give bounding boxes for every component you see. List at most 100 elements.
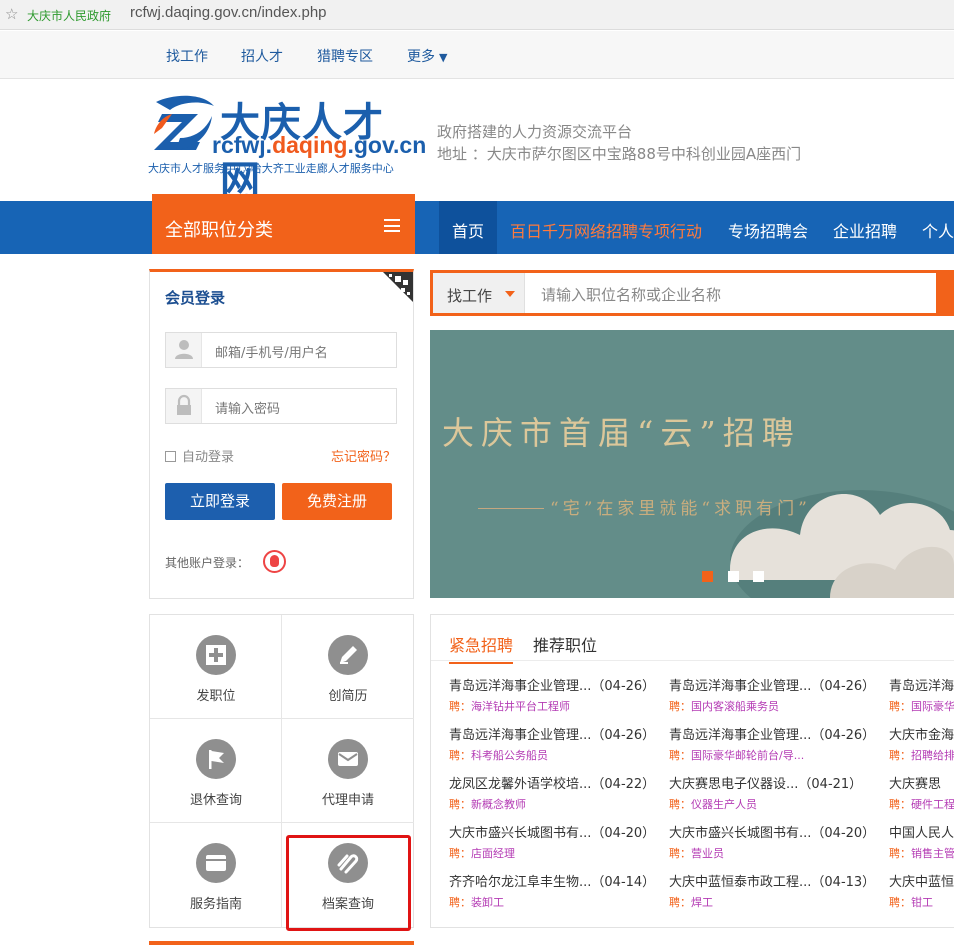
job-company-and-date[interactable]: 中国人民人 [889,822,954,841]
job-role[interactable]: 聘：招聘给排 [889,747,954,763]
search-type-dropdown[interactable]: 找工作 [433,273,525,313]
job-role-prefix: 聘： [669,847,691,860]
job-listing[interactable]: 青岛远洋海聘：国际豪华 [889,675,954,715]
job-company-and-date[interactable]: 青岛远洋海事企业管理...（04-26） [449,724,655,743]
job-role[interactable]: 聘：销售主管 [889,845,954,861]
job-listing[interactable]: 大庆中蓝恒聘：钳工 [889,871,954,911]
job-company-and-date[interactable]: 大庆市盛兴长城图书有...（04-20） [449,822,655,841]
job-role[interactable]: 聘：海洋钻井平台工程师 [449,698,570,714]
job-listing[interactable]: 大庆市盛兴长城图书有...（04-20） 聘：店面经理 [449,822,669,862]
job-company-and-date[interactable]: 青岛远洋海事企业管理...（04-26） [449,675,655,694]
nav-home[interactable]: 首页 [452,218,484,242]
job-company-and-date[interactable]: 龙凤区龙馨外语学校培...（04-22） [449,773,655,792]
job-listing[interactable]: 大庆赛思电子仪器设...（04-21） 聘：仪器生产人员 [669,773,889,813]
slogan-text: 政府搭建的人力资源交流平台 [437,123,633,141]
job-listing[interactable]: 龙凤区龙馨外语学校培...（04-22） 聘：新概念教师 [449,773,669,813]
topnav-more[interactable]: 更多 ▼ [407,46,447,66]
job-role-title: 海洋钻井平台工程师 [471,700,570,713]
job-company-and-date[interactable]: 青岛远洋海事企业管理...（04-26） [669,675,875,694]
forgot-password-link[interactable]: 忘记密码？ [331,446,396,465]
job-company-and-date[interactable]: 大庆市盛兴长城图书有...（04-20） [669,822,875,841]
carousel-dot-3[interactable] [753,571,764,582]
job-role[interactable]: 聘：国际豪华邮轮前台/导... [669,747,804,763]
job-listing[interactable]: 青岛远洋海事企业管理...（04-26） 聘：海洋钻井平台工程师 [449,675,669,715]
job-role-title: 国内客滚船乘务员 [691,700,779,713]
password-placeholder: 请输入密码 [215,402,281,417]
job-listing[interactable]: 青岛远洋海事企业管理...（04-26） 聘：国内客滚船乘务员 [669,675,889,715]
job-role[interactable]: 聘：国内客滚船乘务员 [669,698,779,714]
password-field[interactable]: 请输入密码 [165,388,397,424]
job-company-and-date[interactable]: 大庆市金海 [889,724,954,743]
service-create-resume[interactable]: 创简历 [282,615,414,719]
job-role[interactable]: 聘：焊工 [669,894,713,910]
topnav-find-job[interactable]: 找工作 [166,46,208,66]
job-role[interactable]: 聘：新概念教师 [449,796,526,812]
qq-login-icon[interactable] [263,550,286,573]
carousel-dot-2[interactable] [728,571,739,582]
job-role-prefix: 聘： [889,749,911,762]
service-retirement-query[interactable]: 退休查询 [150,719,282,823]
topnav-recruit[interactable]: 招人才 [241,46,283,66]
job-role-prefix: 聘： [449,749,471,762]
job-company-and-date[interactable]: 青岛远洋海 [889,675,954,694]
job-role[interactable]: 聘：装卸工 [449,894,504,910]
job-listing[interactable]: 大庆中蓝恒泰市政工程...（04-13） 聘：焊工 [669,871,889,911]
job-company-and-date[interactable]: 大庆中蓝恒泰市政工程...（04-13） [669,871,875,890]
hamburger-menu-icon [384,219,400,232]
service-label: 服务指南 [189,897,242,912]
job-role[interactable]: 聘：仪器生产人员 [669,796,757,812]
job-date: （04-26） [591,679,656,694]
search-input[interactable]: 请输入职位名称或企业名称 [541,284,721,305]
job-company-and-date[interactable]: 大庆中蓝恒 [889,871,954,890]
tab-recommended-jobs[interactable]: 推荐职位 [533,632,597,656]
topnav-headhunt[interactable]: 猎聘专区 [317,46,373,66]
register-button[interactable]: 免费注册 [282,483,392,520]
service-label: 代理申请 [321,793,374,808]
browser-address-bar: ☆ 大庆市人民政府 rcfwj.daqing.gov.cn/index.php [0,0,954,30]
login-button[interactable]: 立即登录 [165,483,275,520]
auto-login-checkbox[interactable]: 自动登录 [165,446,234,465]
caret-down-icon [505,291,515,297]
username-field[interactable]: 邮箱/手机号/用户名 [165,332,397,368]
job-listing[interactable]: 大庆赛思聘：硬件工程 [889,773,954,813]
service-post-job[interactable]: 发职位 [150,615,282,719]
job-listing[interactable]: 齐齐哈尔龙江阜丰生物...（04-14） 聘：装卸工 [449,871,669,911]
job-role[interactable]: 聘：营业员 [669,845,724,861]
job-listing[interactable]: 大庆市金海聘：招聘给排 [889,724,954,764]
job-listing[interactable]: 中国人民人聘：销售主管 [889,822,954,862]
job-role-prefix: 聘： [889,700,911,713]
job-role[interactable]: 聘：硬件工程 [889,796,954,812]
job-role-prefix: 聘： [669,798,691,811]
job-company: 大庆赛思 [889,777,942,792]
job-company-and-date[interactable]: 齐齐哈尔龙江阜丰生物...（04-14） [449,871,655,890]
service-guide[interactable]: 服务指南 [150,823,282,927]
promo-banner[interactable]: 大庆市首届“云”招聘 “宅”在家里就能“求职有门” [430,330,954,598]
job-date: （04-26） [811,728,876,743]
job-role-prefix: 聘： [449,798,471,811]
site-identity-label[interactable]: 大庆市人民政府 [27,7,111,24]
nav-company-recruit[interactable]: 企业招聘 [833,218,897,242]
site-logo[interactable]: 大庆人才网 rcfwj.daqing.gov.cn 大庆市人才服务中心/哈大齐工… [148,90,426,204]
url-field[interactable]: rcfwj.daqing.gov.cn/index.php [130,4,327,21]
job-role[interactable]: 聘：科考船公务船员 [449,747,548,763]
job-search-bar: 找工作 请输入职位名称或企业名称 [430,270,954,316]
search-type-label: 找工作 [447,287,493,305]
service-agency-apply[interactable]: 代理申请 [282,719,414,823]
job-role[interactable]: 聘：国际豪华 [889,698,954,714]
nav-campaign[interactable]: 百日千万网络招聘专项行动 [510,218,702,242]
job-company-and-date[interactable]: 大庆赛思电子仪器设...（04-21） [669,773,862,792]
job-company-and-date[interactable]: 大庆赛思 [889,773,941,792]
qr-code-icon[interactable] [373,272,413,312]
bookmark-star-icon[interactable]: ☆ [5,5,18,23]
job-role[interactable]: 聘：钳工 [889,894,933,910]
nav-job-fair[interactable]: 专场招聘会 [728,218,808,242]
job-category-menu[interactable]: 全部职位分类 [152,194,415,254]
search-button[interactable] [936,270,954,316]
job-listing[interactable]: 大庆市盛兴长城图书有...（04-20） 聘：营业员 [669,822,889,862]
nav-personal[interactable]: 个人 [922,218,954,242]
carousel-dot-1[interactable] [702,571,713,582]
job-company-and-date[interactable]: 青岛远洋海事企业管理...（04-26） [669,724,875,743]
job-listing[interactable]: 青岛远洋海事企业管理...（04-26） 聘：国际豪华邮轮前台/导... [669,724,889,764]
job-role[interactable]: 聘：店面经理 [449,845,515,861]
job-listing[interactable]: 青岛远洋海事企业管理...（04-26） 聘：科考船公务船员 [449,724,669,764]
